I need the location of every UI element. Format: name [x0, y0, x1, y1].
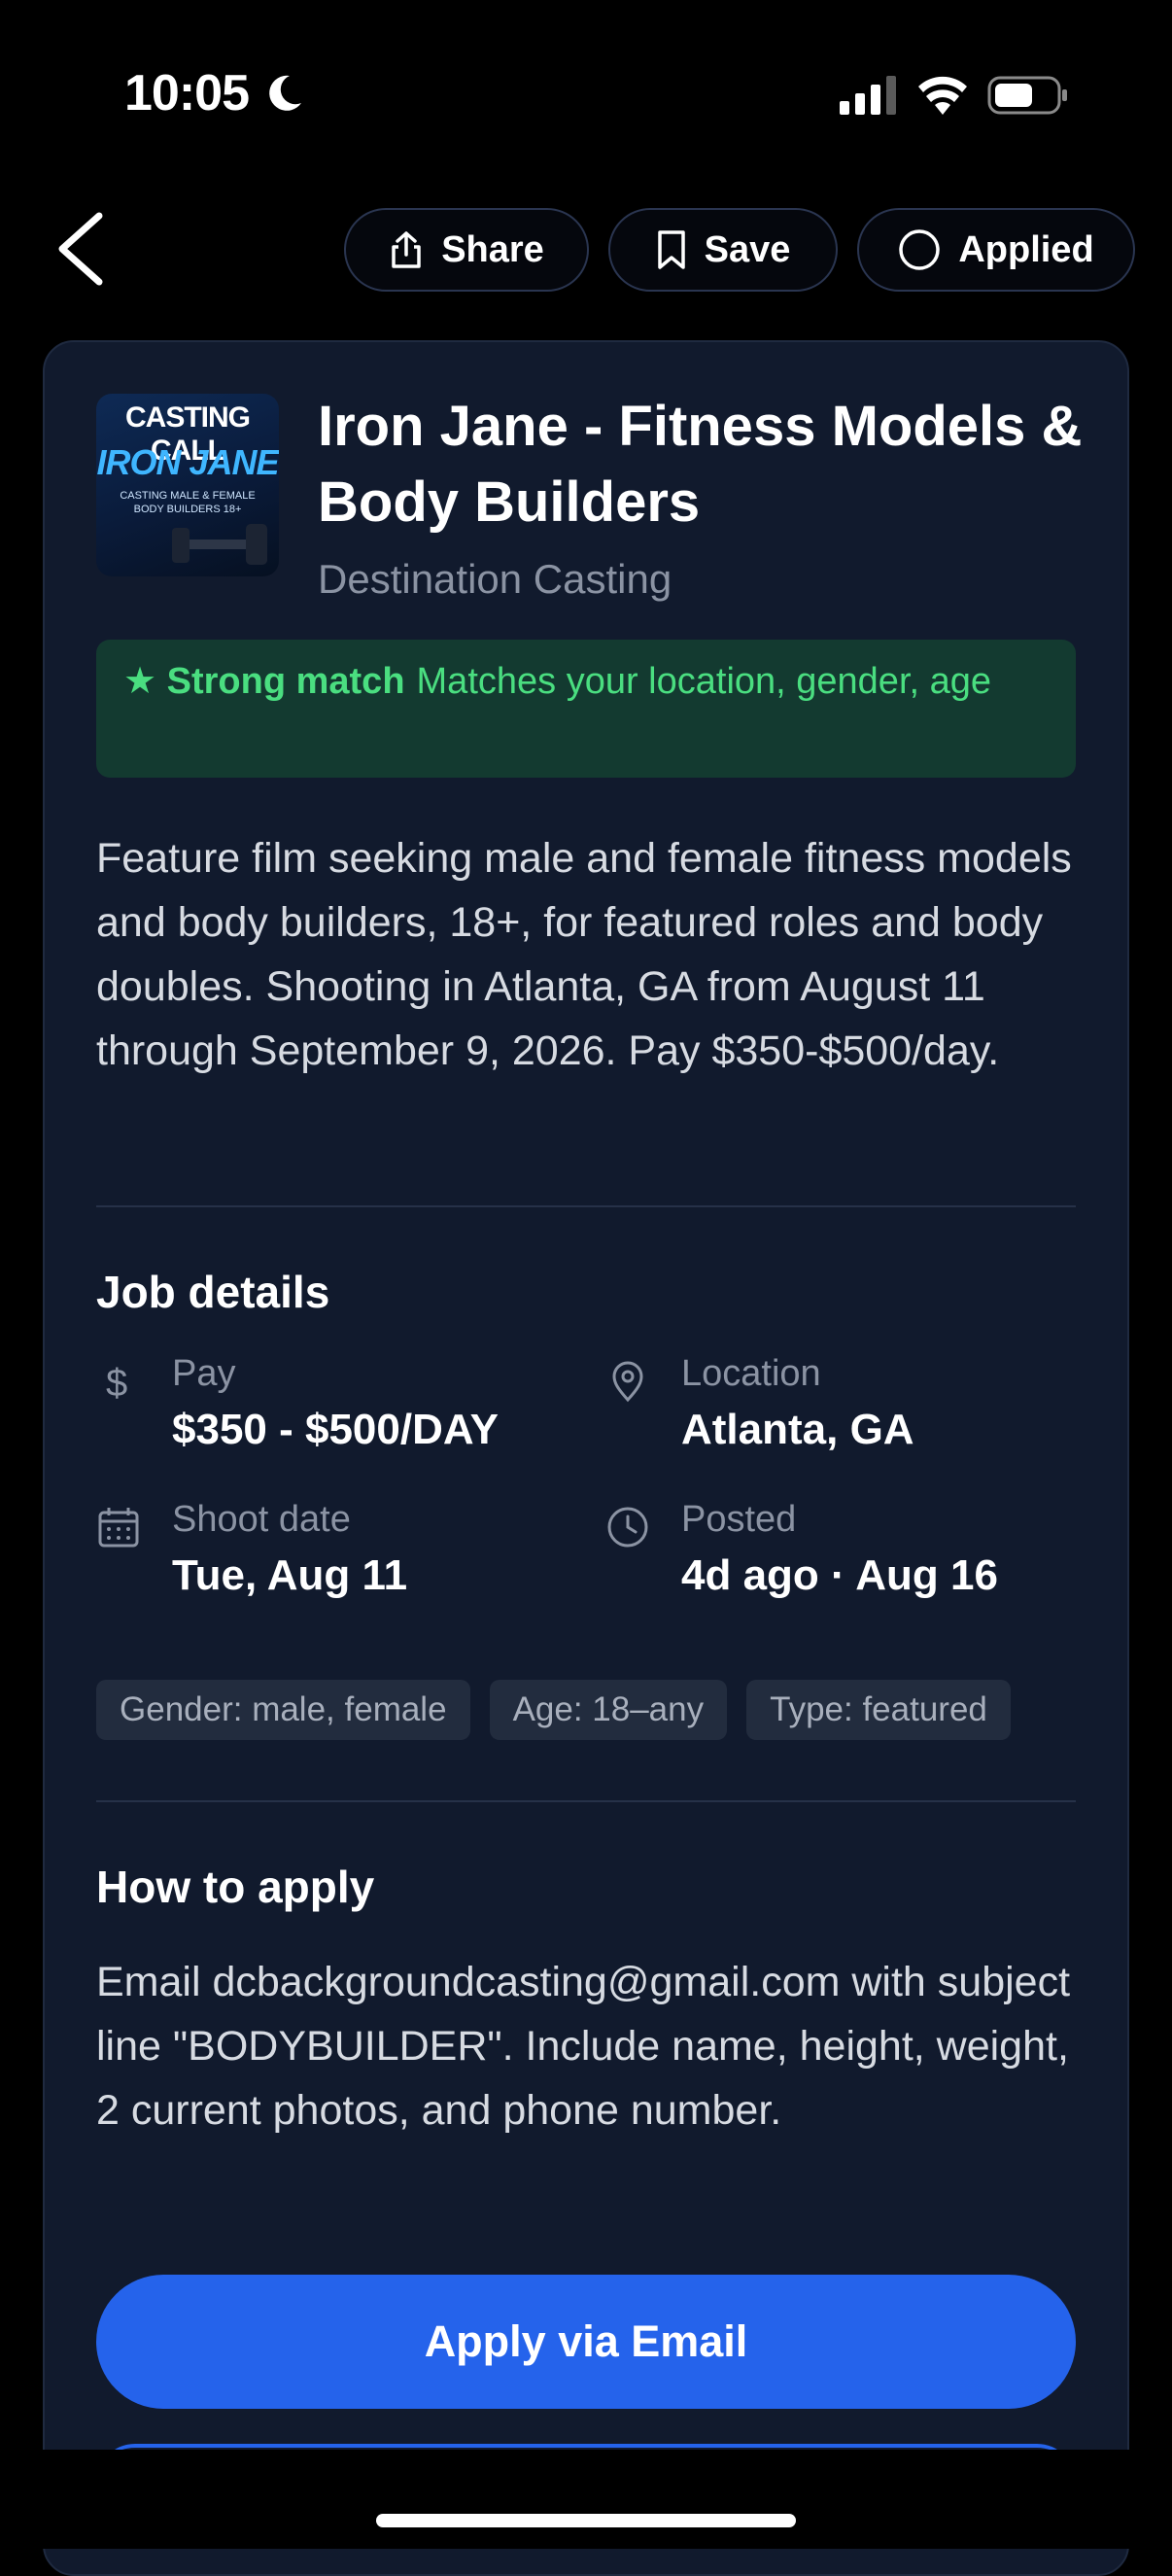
- divider: [96, 1205, 1076, 1207]
- back-chevron-icon[interactable]: [49, 208, 119, 290]
- poster-title: IRON JANE: [96, 442, 279, 482]
- detail-location: Location Atlanta, GA: [605, 1353, 1091, 1460]
- wifi-icon: [918, 76, 967, 115]
- poster-caption: CASTING MALE & FEMALE BODY BUILDERS 18+: [120, 490, 256, 515]
- pay-label: Pay: [172, 1353, 236, 1394]
- battery-icon: [987, 76, 1067, 115]
- applied-label: Applied: [958, 228, 1094, 270]
- tag-gender: Gender: male, female: [96, 1680, 470, 1740]
- save-button[interactable]: Save: [608, 208, 838, 292]
- match-reason: Matches your location, gender, age: [416, 661, 992, 702]
- shoot-date-label: Shoot date: [172, 1499, 351, 1540]
- calendar-icon: [98, 1508, 139, 1548]
- clock-icon: [607, 1507, 648, 1548]
- share-button[interactable]: Share: [344, 208, 589, 292]
- map-pin-icon: [612, 1361, 643, 1403]
- posted-label: Posted: [681, 1499, 797, 1540]
- share-icon: [392, 231, 421, 268]
- apply-via-email-button[interactable]: Apply via Email: [96, 2275, 1076, 2409]
- job-title: Iron Jane - Fitness Models & Body Builde…: [318, 395, 1083, 534]
- how-to-apply-text: Email dcbackgroundcasting@gmail.com with…: [96, 1959, 1071, 2134]
- tag-type: Type: featured: [746, 1680, 1011, 1740]
- cellular-signal-icon: [840, 76, 896, 115]
- requirement-tags: Gender: male, female Age: 18–any Type: f…: [96, 1680, 1011, 1740]
- dumbbell-icon: [172, 524, 267, 565]
- moon-icon: [269, 75, 301, 111]
- detail-shoot-date: Shoot date Tue, Aug 11: [96, 1499, 582, 1606]
- circle-outline-icon: [899, 229, 941, 270]
- tag-age: Age: 18–any: [489, 1680, 728, 1740]
- job-description: Feature film seeking male and female fit…: [96, 835, 1072, 1074]
- how-to-apply-heading: How to apply: [96, 1862, 375, 1912]
- posted-value: 4d ago · Aug 16: [681, 1551, 998, 1599]
- dollar-icon: $: [106, 1362, 127, 1404]
- match-banner: ★ Strong match Matches your location, gen…: [96, 640, 1076, 778]
- detail-posted: Posted 4d ago · Aug 16: [605, 1499, 1091, 1606]
- svg-text:$: $: [106, 1362, 127, 1404]
- location-value: Atlanta, GA: [681, 1406, 914, 1453]
- share-label: Share: [441, 228, 544, 270]
- bookmark-icon: [657, 230, 685, 269]
- detail-pay: $ Pay $350 - $500/DAY: [96, 1353, 582, 1460]
- job-details-heading: Job details: [96, 1267, 330, 1317]
- status-time: 10:05: [124, 65, 250, 122]
- location-label: Location: [681, 1353, 821, 1394]
- applied-toggle[interactable]: Applied: [857, 208, 1135, 292]
- status-bar: 10:05: [0, 0, 1172, 185]
- job-poster-image: CASTING CALL IRON JANE CASTING MALE & FE…: [96, 394, 279, 576]
- divider: [96, 1800, 1076, 1802]
- home-indicator[interactable]: [376, 2514, 796, 2527]
- match-strength: ★ Strong match: [123, 661, 405, 702]
- studio-name: Destination Casting: [318, 556, 672, 602]
- bottom-safe-area: [0, 2450, 1172, 2549]
- save-label: Save: [704, 228, 791, 270]
- pay-value: $350 - $500/DAY: [172, 1406, 499, 1453]
- shoot-date-value: Tue, Aug 11: [172, 1551, 408, 1599]
